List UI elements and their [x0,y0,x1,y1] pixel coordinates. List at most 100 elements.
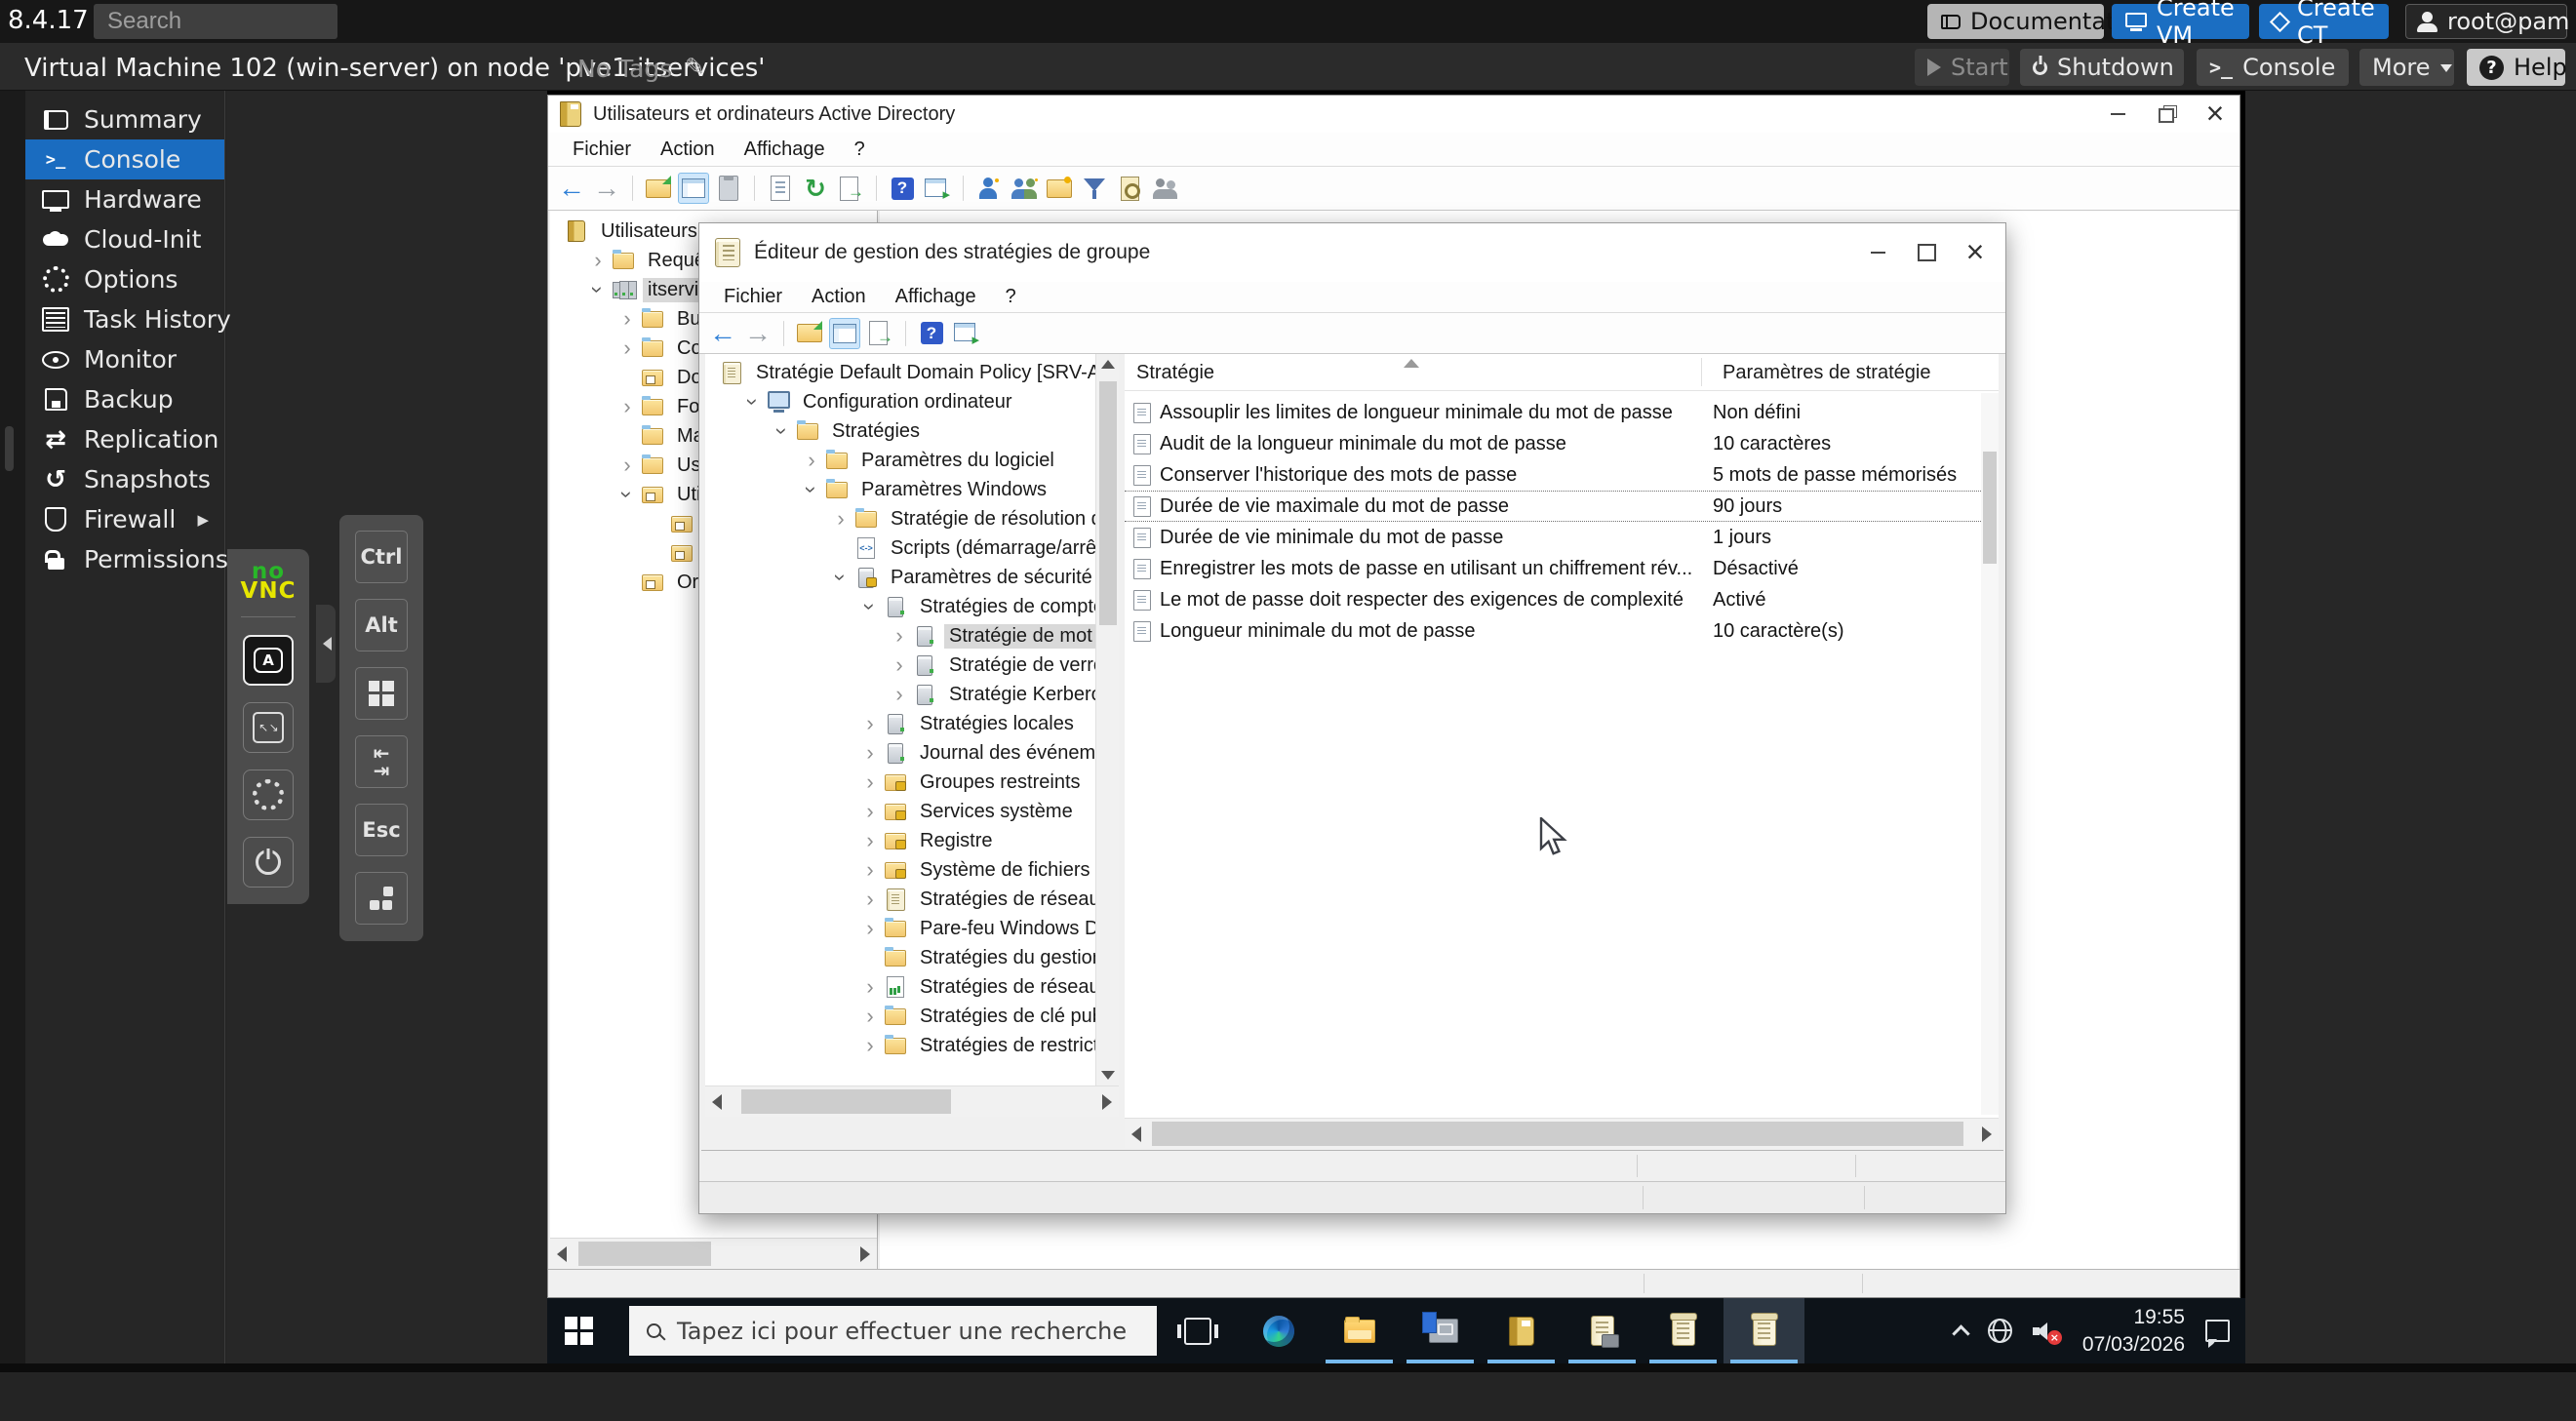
chevron-icon[interactable] [887,652,912,678]
menu-item[interactable]: ? [991,286,1031,308]
virtual-key-button[interactable] [355,872,408,925]
toolbar-icon[interactable] [835,173,866,204]
toolbar-icon[interactable] [783,321,784,346]
toolbar-icon[interactable] [916,318,947,349]
sidebar-item[interactable]: Task History [25,299,224,339]
toolbar-icon[interactable] [905,321,906,346]
scroll-right-icon[interactable] [1982,1126,1992,1142]
policy-row[interactable]: Le mot de passe doit respecter des exige… [1125,584,1999,615]
tree-item[interactable]: Scripts (démarrage/arrêt [705,533,1095,563]
chevron-icon[interactable] [857,1004,883,1029]
virtual-key-button[interactable]: Alt [355,599,408,651]
toolbar-icon[interactable] [1114,173,1145,204]
chevron-icon[interactable] [740,389,766,414]
chevron-icon[interactable] [857,799,883,824]
console-button[interactable]: >_ Console [2197,49,2349,86]
chevron-icon[interactable] [857,711,883,736]
policy-row[interactable]: Assouplir les limites de longueur minima… [1125,397,1999,428]
scrollbar-thumb[interactable] [1983,452,1997,564]
chevron-icon[interactable] [828,506,853,532]
toolbar-icon[interactable] [643,173,674,204]
toolbar-icon[interactable] [1044,173,1075,204]
clock[interactable]: 19:55 07/03/2026 [2082,1304,2185,1358]
policy-row[interactable]: Audit de la longueur minimale du mot de … [1125,428,1999,459]
taskbar-app-button[interactable] [1643,1298,1724,1363]
scroll-left-icon[interactable] [712,1094,722,1110]
menu-item[interactable]: Fichier [558,138,646,161]
chevron-icon[interactable] [857,594,883,619]
sidebar-item[interactable]: Hardware [25,179,224,219]
close-button[interactable] [2191,96,2239,133]
toolbar-icon[interactable] [707,318,738,349]
toolbar-icon[interactable] [754,176,755,201]
tree-item[interactable]: Paramètres du logiciel [705,446,1095,475]
policy-row[interactable]: Longueur minimale du mot de passe 10 car… [1125,615,1999,647]
sidebar-item[interactable]: Console [25,139,224,179]
sidebar-item[interactable]: Options [25,259,224,299]
close-button[interactable] [1951,223,2000,282]
toolbar-icon[interactable] [1079,173,1110,204]
tree-item[interactable]: Stratégie Kerbero [705,680,1095,709]
gpo-list-hscrollbar[interactable] [1125,1118,1999,1149]
tree-item[interactable]: Stratégie Default Domain Policy [SRV-A [705,358,1095,387]
tree-item[interactable]: Stratégies du gestion [705,943,1095,972]
gpo-tree-hscrollbar[interactable] [705,1085,1119,1117]
sidebar-item[interactable]: Monitor [25,339,224,379]
gpo-tree-vscrollbar[interactable] [1095,354,1119,1085]
chevron-icon[interactable] [857,974,883,1000]
minimize-button[interactable] [1853,223,1902,282]
toolbar-icon[interactable] [556,173,587,204]
tree-item[interactable]: Stratégies de compte [705,592,1095,621]
chevron-icon[interactable] [828,565,853,590]
toolbar-icon[interactable] [713,173,744,204]
toolbar-icon[interactable] [876,176,877,201]
scroll-right-icon[interactable] [1102,1094,1112,1110]
toolbar-icon[interactable] [887,173,918,204]
tree-item[interactable]: Journal des événeme [705,738,1095,768]
sidebar-item[interactable]: Replication [25,419,224,459]
chevron-icon[interactable] [857,770,883,795]
chevron-icon[interactable] [614,482,640,507]
taskbar-app-button[interactable] [1400,1298,1481,1363]
gpo-list-vscrollbar[interactable] [1981,393,1999,1115]
toolbar-icon[interactable] [794,318,825,349]
chevron-icon[interactable] [857,857,883,883]
toolbar-icon[interactable] [951,318,982,349]
toolbar-icon[interactable] [591,173,622,204]
chevron-icon[interactable] [585,248,611,273]
search-input[interactable] [94,4,337,39]
toolbar-icon[interactable] [973,173,1005,204]
tray-expand-icon[interactable] [1952,1324,1969,1342]
tree-item[interactable]: Configuration ordinateur [705,387,1095,416]
sidebar-item[interactable]: Summary [25,99,224,139]
scroll-right-icon[interactable] [860,1246,870,1262]
start-menu-button[interactable] [547,1298,610,1363]
settings-button[interactable] [243,770,294,820]
menu-item[interactable]: Action [646,138,730,161]
chevron-icon[interactable] [614,453,640,478]
volume-muted-icon[interactable]: × [2033,1320,2062,1343]
sidebar-item[interactable]: Permissions [25,539,224,579]
taskbar-app-button[interactable] [1481,1298,1562,1363]
chevron-icon[interactable] [887,682,912,707]
scroll-left-icon[interactable] [1131,1126,1141,1142]
shutdown-button[interactable]: Shutdown [2020,49,2184,86]
tree-item[interactable]: Registre [705,826,1095,855]
tree-item[interactable]: Paramètres de sécurité [705,563,1095,592]
toolbar-icon[interactable] [1149,173,1180,204]
tree-item[interactable]: Groupes restreints [705,768,1095,797]
toolbar-icon[interactable] [1009,173,1040,204]
ad-tree-hscrollbar[interactable] [550,1238,877,1269]
tree-item[interactable]: Stratégie de verro [705,651,1095,680]
chevron-icon[interactable] [799,448,824,473]
tree-item[interactable]: Stratégies locales [705,709,1095,738]
tree-item[interactable]: Stratégies de réseau s [705,972,1095,1002]
fullscreen-button[interactable] [243,702,294,753]
chevron-icon[interactable] [857,887,883,912]
scrollbar-thumb[interactable] [1152,1122,1963,1146]
toolbar-icon[interactable] [632,176,633,201]
chevron-icon[interactable] [857,916,883,941]
taskbar-app-button[interactable] [1157,1298,1238,1363]
toolbar-icon[interactable] [678,173,709,204]
sidebar-item[interactable]: Snapshots [25,459,224,499]
